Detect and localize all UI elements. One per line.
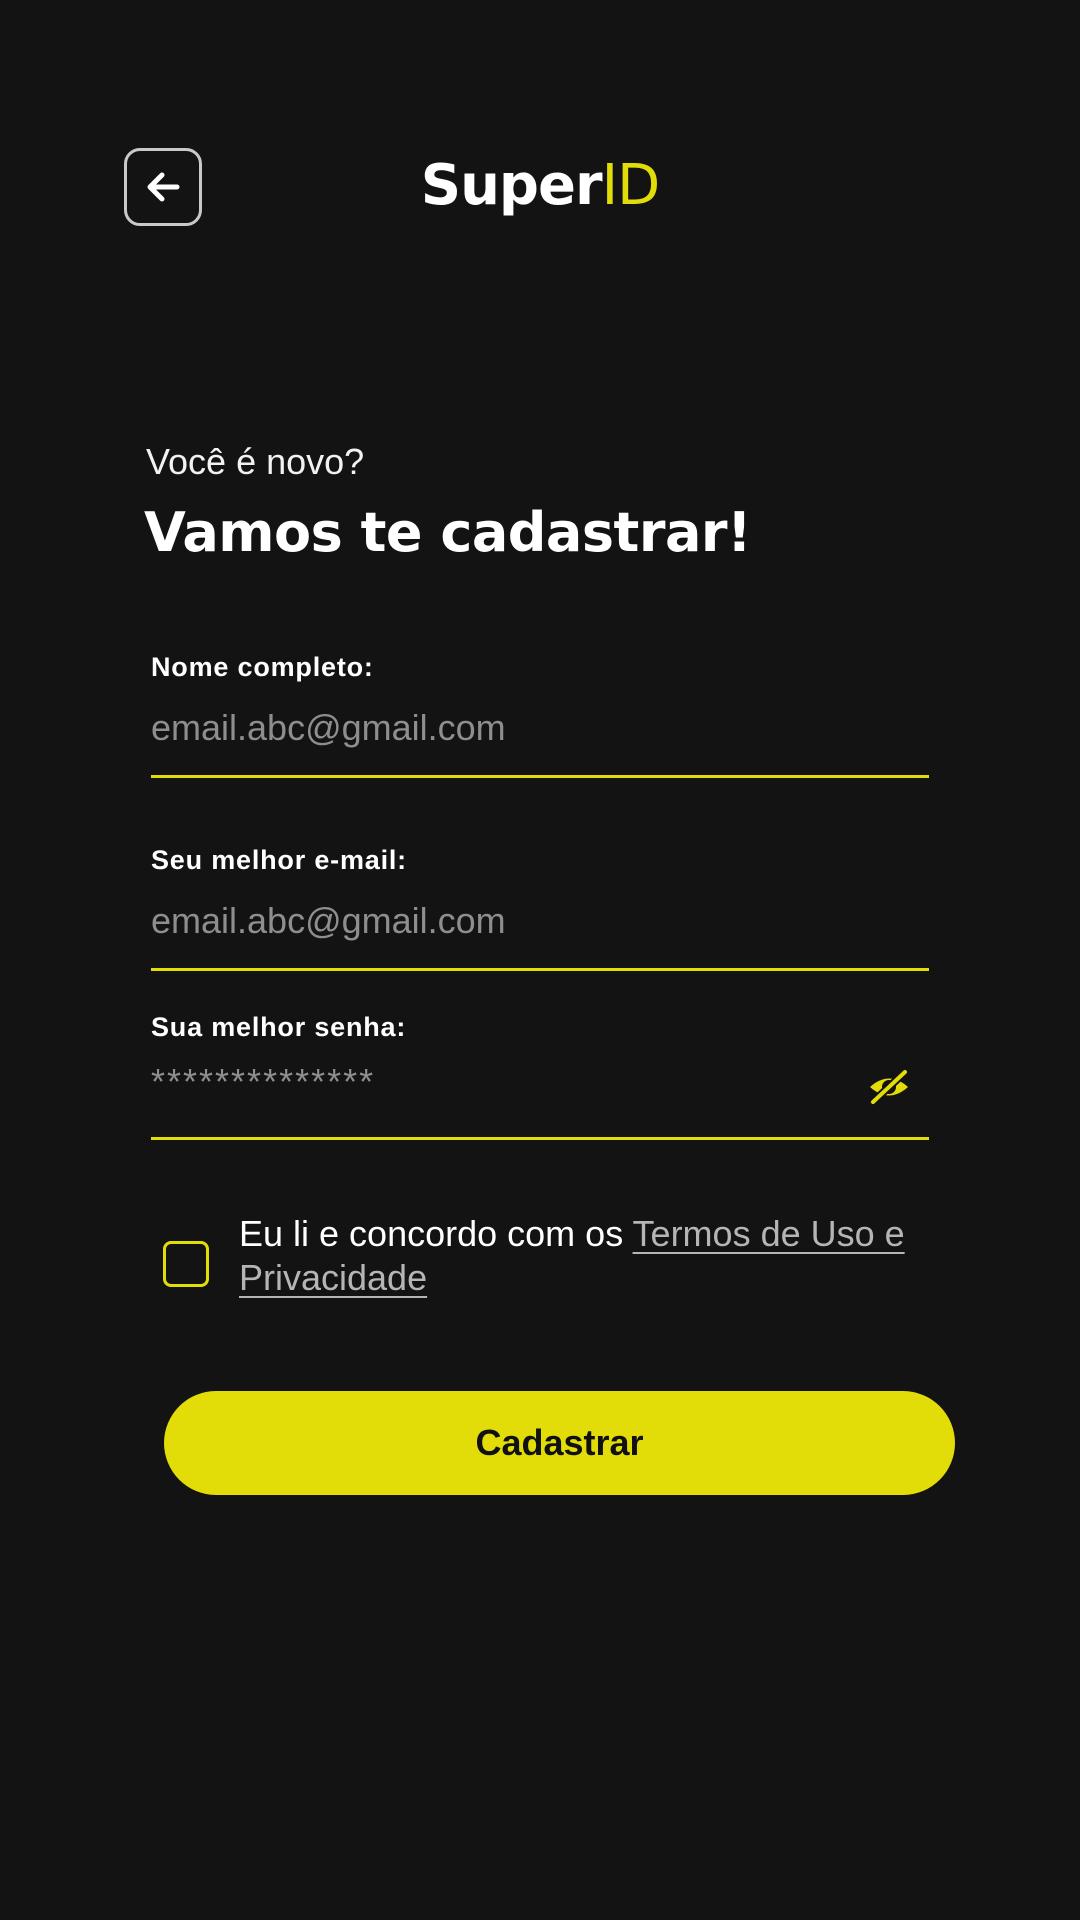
logo-text-id: ID — [601, 153, 661, 218]
password-input[interactable] — [151, 1054, 851, 1110]
register-button[interactable]: Cadastrar — [164, 1391, 955, 1495]
name-field-underline — [151, 775, 929, 778]
eye-off-icon — [867, 1067, 911, 1111]
email-field-underline — [151, 968, 929, 971]
terms-checkbox[interactable] — [163, 1241, 209, 1287]
password-field-underline — [151, 1137, 929, 1140]
terms-statement: Eu li e concordo com os — [239, 1213, 633, 1254]
app-logo: SuperID — [0, 150, 1080, 222]
email-input[interactable] — [151, 893, 929, 949]
name-input[interactable] — [151, 700, 929, 756]
page-subtitle: Você é novo? — [146, 441, 365, 482]
name-field-label: Nome completo: — [151, 652, 374, 682]
logo-text-super: Super — [420, 153, 603, 218]
terms-text: Eu li e concordo com os Termos de Uso e … — [239, 1212, 939, 1300]
email-field-label: Seu melhor e-mail: — [151, 845, 407, 875]
page-title: Vamos te cadastrar! — [144, 501, 752, 564]
password-visibility-toggle[interactable] — [867, 1067, 911, 1111]
password-field-label: Sua melhor senha: — [151, 1012, 407, 1042]
